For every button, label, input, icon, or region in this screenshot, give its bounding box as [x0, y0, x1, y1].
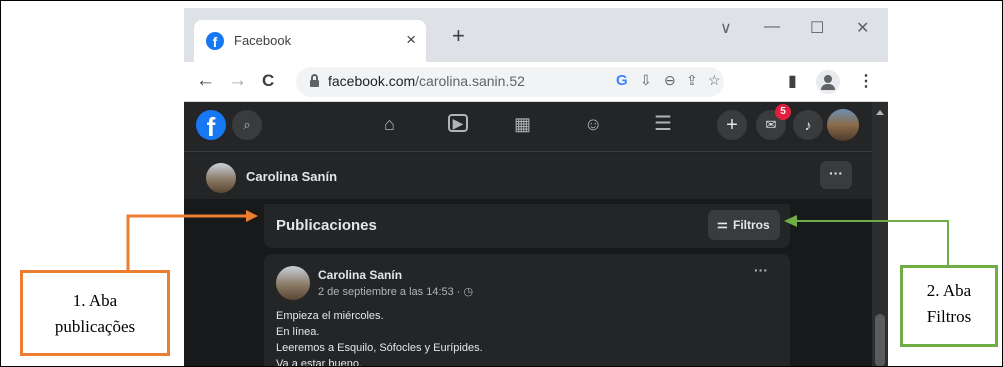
tab-title: Facebook: [234, 33, 292, 48]
side-panel-icon[interactable]: ▮: [788, 71, 797, 91]
post-line: Empieza el miércoles.: [276, 310, 384, 322]
notifications-bell-icon[interactable]: ♪: [793, 110, 823, 140]
forward-button[interactable]: →: [228, 70, 247, 92]
filtros-label: Filtros: [733, 218, 770, 232]
new-tab-button[interactable]: +: [452, 25, 465, 47]
url-text[interactable]: facebook.com/carolina.sanin.52: [328, 73, 525, 89]
messenger-badge: 5: [775, 104, 791, 120]
browser-menu-icon[interactable]: ⋮: [858, 71, 874, 91]
facebook-logo-icon[interactable]: f: [196, 110, 226, 140]
profile-avatar-icon[interactable]: [816, 70, 840, 94]
profile-avatar[interactable]: [206, 163, 236, 193]
callout1-line2: publicações: [54, 317, 136, 336]
post-timestamp[interactable]: 2 de septiembre a las 14:53 · ◷: [318, 285, 473, 298]
facebook-top-nav: f ⌕ ⌂ ▶ ▦ ☺ ☰ + ✉ 5 ♪: [184, 102, 872, 152]
reload-button[interactable]: C: [262, 70, 274, 92]
close-window-button[interactable]: ✕: [856, 18, 869, 38]
scroll-up-arrow-icon[interactable]: [876, 110, 884, 115]
publicaciones-tab[interactable]: Publicaciones: [276, 217, 377, 234]
bookmark-star-icon[interactable]: ☆: [708, 72, 721, 89]
post-line: Leeremos a Esquilo, Sófocles y Eurípides…: [276, 342, 483, 354]
publicaciones-card: Publicaciones ⚌ Filtros: [264, 204, 790, 248]
share-icon[interactable]: ⇪: [686, 72, 698, 89]
scroll-thumb[interactable]: [875, 314, 885, 367]
feed-area: Publicaciones ⚌ Filtros Carolina Sanín 2…: [184, 199, 872, 367]
post-author-avatar[interactable]: [276, 266, 310, 300]
maximize-button[interactable]: ☐: [810, 18, 824, 38]
address-bar[interactable]: facebook.com/carolina.sanin.52 G ⇩ ⊖ ⇪ ☆: [296, 67, 724, 97]
post-more-button[interactable]: ···: [754, 262, 768, 278]
profile-name[interactable]: Carolina Sanín: [246, 169, 337, 184]
post-text: Empieza el miércoles. En línea. Leeremos…: [276, 308, 483, 367]
home-icon[interactable]: ⌂: [384, 114, 395, 134]
profile-header-bar: Carolina Sanín ···: [184, 153, 872, 199]
callout-filtros: 2. Aba Filtros: [900, 265, 998, 347]
callout-publicacoes: 1. Aba publicações: [20, 270, 170, 356]
menu-icon[interactable]: ☰: [654, 114, 672, 134]
post-line: En línea.: [276, 326, 320, 338]
post-card: Carolina Sanín 2 de septiembre a las 14:…: [264, 254, 790, 367]
account-avatar[interactable]: [827, 109, 859, 141]
lock-icon[interactable]: [310, 74, 319, 87]
url-path: /carolina.sanin.52: [415, 73, 525, 89]
install-icon[interactable]: ⇩: [640, 72, 652, 89]
page-scrollbar[interactable]: [872, 102, 888, 367]
browser-window: f Facebook × + ∨ — ☐ ✕ ← → C facebook.co…: [184, 8, 888, 367]
marketplace-icon[interactable]: ▦: [514, 114, 531, 134]
browser-toolbar: ← → C facebook.com/carolina.sanin.52 G ⇩…: [184, 62, 888, 102]
callout1-line1: 1. Aba: [72, 291, 118, 310]
post-line: Va a estar bueno.: [276, 358, 363, 367]
filtros-button[interactable]: ⚌ Filtros: [708, 210, 780, 240]
close-tab-icon[interactable]: ×: [406, 30, 416, 50]
filter-sliders-icon: ⚌: [717, 217, 728, 231]
tab-facebook[interactable]: f Facebook ×: [194, 20, 426, 62]
tab-strip: f Facebook × + ∨ — ☐ ✕: [184, 8, 888, 62]
back-button[interactable]: ←: [196, 70, 215, 92]
google-translate-icon[interactable]: G: [616, 72, 628, 89]
facebook-favicon-icon: f: [206, 32, 224, 50]
watch-icon[interactable]: ▶: [448, 114, 468, 132]
tab-search-chevron-icon[interactable]: ∨: [720, 18, 732, 38]
profile-more-button[interactable]: ···: [820, 161, 852, 189]
zoom-icon[interactable]: ⊖: [664, 72, 676, 89]
groups-icon[interactable]: ☺: [584, 114, 602, 134]
callout2-line2: Filtros: [926, 307, 972, 326]
callout2-line1: 2. Aba: [926, 281, 972, 300]
url-host: facebook.com: [328, 73, 416, 89]
minimize-button[interactable]: —: [764, 18, 780, 36]
post-author-name[interactable]: Carolina Sanín: [318, 268, 402, 282]
search-icon[interactable]: ⌕: [232, 110, 262, 140]
create-icon[interactable]: +: [717, 110, 747, 140]
